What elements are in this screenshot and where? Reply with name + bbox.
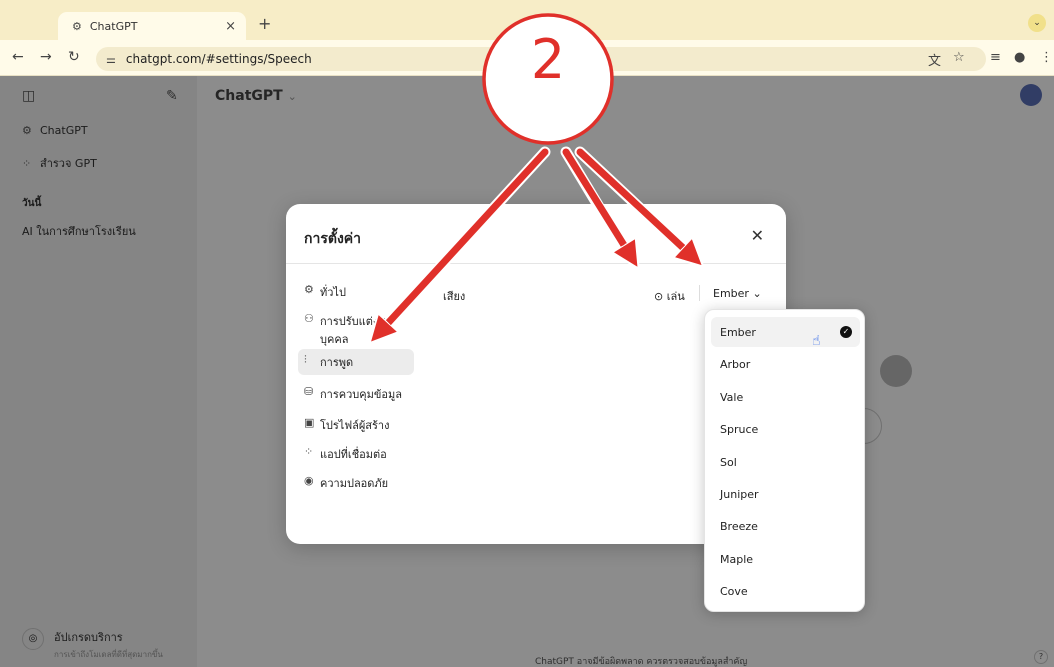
voice-option-ember[interactable]: Ember ✓ (711, 317, 860, 347)
settings-tab-label: ความปลอดภัย (320, 477, 389, 490)
voice-option-label: Juniper (720, 487, 759, 501)
voice-option-sol[interactable]: Sol (711, 447, 860, 477)
browser-tab[interactable]: ⚙ ChatGPT × (58, 12, 246, 40)
voice-label: เสียง (443, 290, 466, 303)
annotation-number: 2 (530, 28, 566, 91)
chevron-down-icon: ⌄ (752, 287, 762, 300)
person-icon: ⚇ (304, 312, 314, 325)
divider (286, 263, 786, 264)
voice-option-arbor[interactable]: Arbor (711, 349, 860, 379)
settings-tab-label: ทั่วไป (320, 286, 346, 299)
voice-option-vale[interactable]: Vale (711, 382, 860, 412)
voice-option-cove[interactable]: Cove (711, 576, 860, 606)
profile-icon[interactable]: ● (1014, 50, 1025, 65)
settings-tab-label: การปรับแต่งเอง บุคคล (320, 315, 394, 346)
pointer-cursor-icon: ☝ (812, 333, 821, 349)
voice-select[interactable]: Ember ⌄ (713, 287, 762, 300)
reading-list-icon[interactable]: ≡ (990, 50, 1001, 65)
settings-tab-speech[interactable]: ⫶ การพูด (298, 349, 414, 375)
voice-option-label: Vale (720, 390, 744, 404)
back-icon[interactable]: ← (12, 49, 24, 65)
play-icon: ⊙ (654, 290, 664, 303)
settings-tab-general[interactable]: ⚙ ทั่วไป (298, 279, 414, 305)
close-icon[interactable]: ✕ (751, 226, 764, 245)
settings-tab-data-controls[interactable]: ⛁ การควบคุมข้อมูล (298, 381, 414, 407)
reload-icon[interactable]: ↻ (68, 49, 80, 65)
database-icon: ⛁ (304, 385, 314, 398)
forward-icon[interactable]: → (40, 49, 52, 65)
bookmark-star-icon[interactable]: ☆ (953, 50, 965, 65)
voice-option-label: Spruce (720, 422, 759, 436)
voice-select-value: Ember (713, 287, 749, 300)
voice-option-label: Maple (720, 552, 754, 566)
translate-icon[interactable]: 文 (928, 50, 941, 69)
tab-title: ChatGPT (89, 19, 138, 33)
site-info-icon[interactable]: ⚌ (106, 53, 116, 66)
voice-option-label: Cove (720, 584, 748, 598)
apps-icon: ⁘ (304, 445, 314, 458)
play-voice-button[interactable]: ⊙ เล่น (654, 287, 685, 305)
settings-tab-label: การพูด (320, 356, 354, 369)
voice-option-label: Sol (720, 455, 737, 469)
voice-option-label: Arbor (720, 357, 751, 371)
close-tab-icon[interactable]: × (225, 19, 236, 34)
play-label: เล่น (666, 290, 685, 303)
gear-icon: ⚙ (304, 283, 314, 296)
voice-option-spruce[interactable]: Spruce (711, 414, 860, 444)
settings-tab-label: การควบคุมข้อมูล (320, 388, 402, 401)
settings-tab-personalization[interactable]: ⚇ การปรับแต่งเอง บุคคล (298, 308, 414, 352)
browser-menu-icon[interactable]: ⋮ (1040, 50, 1053, 65)
settings-tab-label: แอปที่เชื่อมต่อ (320, 448, 387, 461)
settings-tab-security[interactable]: ◉ ความปลอดภัย (298, 470, 414, 496)
new-tab-button[interactable]: + (258, 14, 271, 33)
voice-option-label: Breeze (720, 519, 758, 533)
voice-dropdown: Ember ✓ Arbor Vale Spruce Sol Juniper Br… (704, 309, 865, 612)
url-text: chatgpt.com/#settings/Speech (125, 52, 312, 66)
divider (699, 285, 700, 301)
voice-option-juniper[interactable]: Juniper (711, 479, 860, 509)
checkmark-icon: ✓ (840, 326, 852, 338)
settings-tab-connected-apps[interactable]: ⁘ แอปที่เชื่อมต่อ (298, 441, 414, 467)
settings-tab-builder-profile[interactable]: ▣ โปรไฟล์ผู้สร้าง (298, 412, 414, 438)
id-card-icon: ▣ (304, 416, 315, 429)
openai-logo-icon: ⚙ (72, 19, 82, 33)
shield-icon: ◉ (304, 474, 314, 487)
settings-tab-label: โปรไฟล์ผู้สร้าง (320, 419, 390, 432)
waveform-icon: ⫶ (304, 353, 307, 366)
voice-option-label: Ember (720, 325, 756, 339)
voice-option-breeze[interactable]: Breeze (711, 511, 860, 541)
voice-option-maple[interactable]: Maple (711, 544, 860, 574)
tab-search-icon[interactable]: ⌄ (1028, 14, 1046, 32)
settings-title: การตั้งค่า (304, 231, 362, 247)
